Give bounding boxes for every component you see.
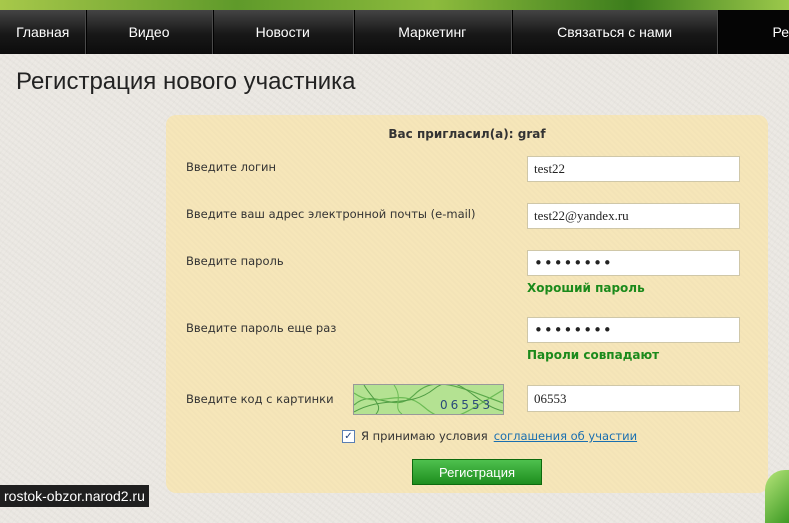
password-match-hint: Пароли совпадают [527,348,660,362]
nav-item-partial[interactable]: Ре [717,10,789,54]
nav-item-label: Видео [128,24,170,40]
terms-row: ✓ Я принимаю условия соглашения об участ… [342,429,637,443]
header-banner-strip [0,0,789,10]
login-label: Введите логин [186,160,277,174]
nav-item-video[interactable]: Видео [85,10,211,54]
captcha-label: Введите код с картинки [186,392,334,406]
password-label: Введите пароль [186,254,284,268]
password-strength-hint: Хороший пароль [527,281,645,295]
register-button[interactable]: Регистрация [412,459,542,485]
login-input[interactable] [527,156,740,182]
nav-item-label: Связаться с нами [557,24,673,40]
captcha-text: 06553 [440,398,493,412]
terms-link[interactable]: соглашения об участии [494,429,637,443]
email-input[interactable] [527,203,740,229]
main-nav: Главная Видео Новости Маркетинг Связатьс… [0,10,789,54]
registration-form: Вас пригласил(а): graf Введите логин Вве… [166,115,768,493]
password-repeat-label: Введите пароль еще раз [186,321,337,335]
password-repeat-input[interactable] [527,317,740,343]
nav-item-marketing[interactable]: Маркетинг [352,10,511,54]
captcha-input[interactable] [527,385,740,412]
password-input[interactable] [527,250,740,276]
terms-checkbox[interactable]: ✓ [342,429,355,443]
invited-by-text: Вас пригласил(а): graf [388,127,546,141]
nav-item-label: Маркетинг [398,24,467,40]
nav-item-home[interactable]: Главная [0,10,85,54]
leaf-decoration [765,470,789,523]
terms-text: Я принимаю условия [361,429,488,443]
nav-item-news[interactable]: Новости [211,10,353,54]
nav-item-label: Новости [255,24,310,40]
page-title: Регистрация нового участника [16,68,356,95]
nav-item-contact[interactable]: Связаться с нами [510,10,718,54]
captcha-image: 06553 [353,384,504,415]
nav-item-label: Главная [16,24,70,40]
email-label: Введите ваш адрес электронной почты (e-m… [186,207,476,221]
nav-item-label: Ре [772,24,789,40]
watermark: rostok-obzor.narod2.ru [0,485,149,507]
